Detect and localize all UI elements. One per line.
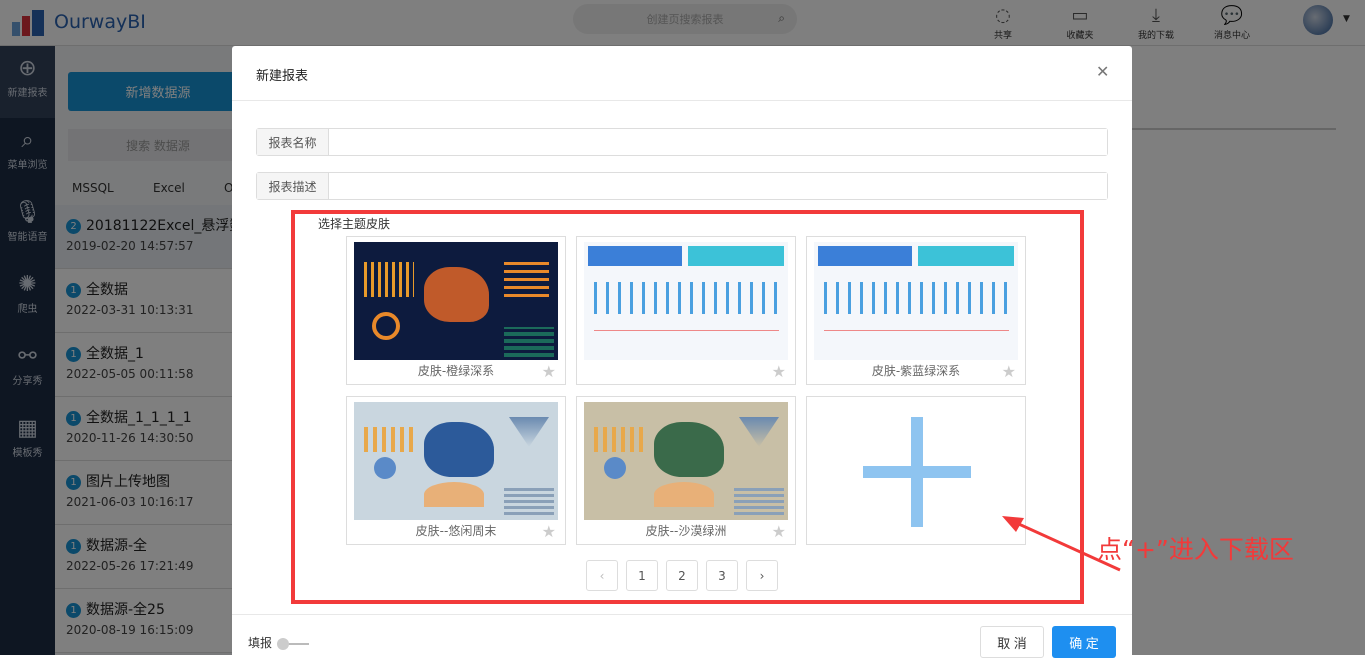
star-icon[interactable]: ★ — [1002, 362, 1016, 381]
report-desc-field: 报表描述 — [256, 172, 1108, 200]
skin-card[interactable]: 皮肤-紫蓝绿深系 ★ — [806, 236, 1026, 385]
skin-card[interactable]: 皮肤--悠闲周末 ★ — [346, 396, 566, 545]
star-icon[interactable]: ★ — [772, 522, 786, 541]
report-name-input[interactable] — [329, 129, 1107, 155]
fill-label: 填报 — [248, 636, 273, 650]
annotation-text: 点“+”进入下载区 — [1097, 535, 1294, 564]
skin-thumbnail — [814, 242, 1018, 360]
field-label: 报表名称 — [257, 129, 329, 155]
plus-icon-bar — [863, 466, 971, 478]
skin-thumbnail — [354, 402, 558, 520]
confirm-button[interactable]: 确 定 — [1052, 626, 1116, 658]
skin-label: 选择主题皮肤 — [318, 217, 391, 231]
skin-thumbnail — [354, 242, 558, 360]
page-1-button[interactable]: 1 — [626, 560, 658, 591]
fill-toggle[interactable] — [277, 638, 309, 650]
report-name-field: 报表名称 — [256, 128, 1108, 156]
prev-page-button[interactable]: ‹ — [586, 560, 618, 591]
skin-name: 皮肤--悠闲周末 — [415, 524, 497, 538]
dialog-title: 新建报表 — [256, 69, 309, 84]
skin-name: 皮肤-紫蓝绿深系 — [871, 364, 961, 378]
divider — [232, 614, 1132, 615]
skin-thumbnail — [584, 242, 788, 360]
field-label: 报表描述 — [257, 173, 329, 199]
page-2-button[interactable]: 2 — [666, 560, 698, 591]
skin-card[interactable]: 皮肤-橙绿深系 ★ — [346, 236, 566, 385]
skin-card[interactable]: ★ — [576, 236, 796, 385]
skin-card[interactable]: 皮肤--沙漠绿洲 ★ — [576, 396, 796, 545]
next-page-button[interactable]: › — [746, 560, 778, 591]
cancel-button[interactable]: 取 消 — [980, 626, 1044, 658]
report-desc-input[interactable] — [329, 173, 1107, 199]
skin-name: 皮肤-橙绿深系 — [417, 364, 495, 378]
star-icon[interactable]: ★ — [542, 362, 556, 381]
divider — [232, 100, 1132, 101]
star-icon[interactable]: ★ — [542, 522, 556, 541]
skin-thumbnail — [584, 402, 788, 520]
close-icon[interactable]: ✕ — [1096, 62, 1109, 81]
skin-name: 皮肤--沙漠绿洲 — [645, 524, 727, 538]
page-3-button[interactable]: 3 — [706, 560, 738, 591]
star-icon[interactable]: ★ — [772, 362, 786, 381]
